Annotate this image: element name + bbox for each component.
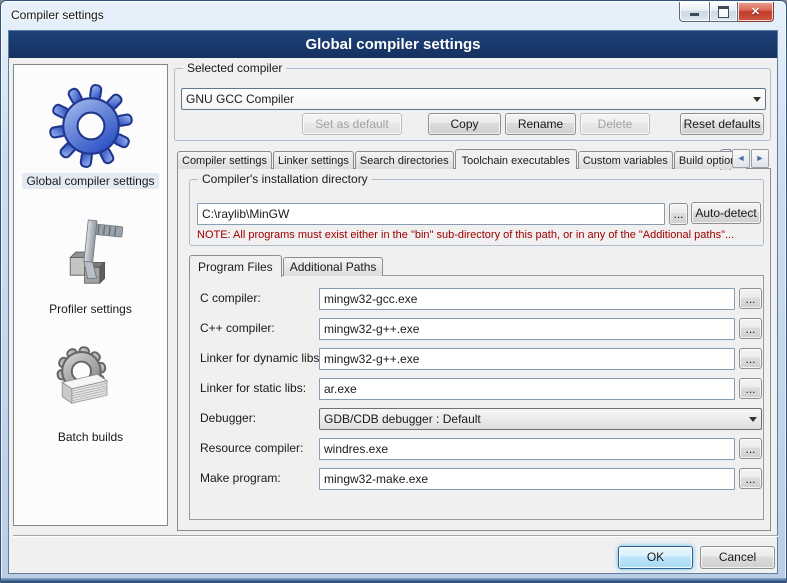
- tab-toolchain-executables[interactable]: Toolchain executables: [455, 149, 577, 169]
- sidebar-item-label: Profiler settings: [45, 301, 136, 317]
- window: Compiler settings ✕ Global compiler sett…: [0, 0, 787, 583]
- dropdown-arrow-icon: [749, 417, 757, 422]
- toolchain-executables-panel: Compiler's installation directory ... Au…: [177, 168, 771, 531]
- tab-scroll-controls: ◄ ►: [731, 149, 769, 168]
- close-button[interactable]: ✕: [738, 2, 774, 22]
- installation-directory-browse-button[interactable]: ...: [669, 203, 688, 225]
- resource-compiler-browse-button[interactable]: ...: [739, 438, 762, 459]
- rename-button[interactable]: Rename: [505, 113, 576, 135]
- cancel-button[interactable]: Cancel: [700, 546, 775, 569]
- titlebar[interactable]: Compiler settings ✕: [1, 1, 786, 30]
- gear-papers-icon: [51, 344, 131, 424]
- blue-gear-icon: [49, 84, 133, 168]
- linker-for-static-libs-label: Linker for static libs:: [200, 381, 306, 395]
- minimize-icon: [690, 13, 699, 16]
- dialog-header: Global compiler settings: [9, 31, 777, 58]
- installation-directory-input[interactable]: [197, 203, 665, 225]
- minimize-button[interactable]: [679, 2, 709, 22]
- c-compiler-input[interactable]: [319, 318, 735, 340]
- sidebar-item-label: Global compiler settings: [22, 173, 158, 189]
- compiler-select[interactable]: GNU GCC Compiler: [181, 88, 766, 110]
- c-compiler-label: C compiler:: [200, 291, 261, 305]
- selected-compiler-group-label: Selected compiler: [183, 61, 286, 75]
- make-program-input[interactable]: [319, 468, 735, 490]
- debugger-select[interactable]: GDB/CDB debugger : Default: [319, 408, 762, 430]
- linker-for-static-libs-input[interactable]: [319, 378, 735, 400]
- debugger-select-value: GDB/CDB debugger : Default: [324, 412, 745, 426]
- installation-directory-group: Compiler's installation directory ... Au…: [189, 179, 764, 246]
- scroll-right-icon: ►: [756, 154, 765, 163]
- auto-detect-button[interactable]: Auto-detect: [691, 202, 761, 224]
- settings-category-list: Global compiler settings Profiler setting…: [13, 64, 168, 526]
- linker-for-dynamic-libs-input[interactable]: [319, 348, 735, 370]
- ok-button[interactable]: OK: [618, 546, 693, 569]
- close-icon: ✕: [751, 5, 760, 18]
- sidebar-item-label: Batch builds: [54, 429, 127, 445]
- linker-for-dynamic-libs-label: Linker for dynamic libs:: [200, 351, 323, 365]
- program-files-tab-strip: Program FilesAdditional Paths: [189, 253, 384, 276]
- tab-linker-settings[interactable]: Linker settings: [273, 151, 354, 169]
- compiler-select-value: GNU GCC Compiler: [186, 92, 749, 106]
- installation-directory-group-label: Compiler's installation directory: [198, 172, 372, 186]
- tab-search-directories[interactable]: Search directories: [355, 151, 454, 169]
- debugger-label: Debugger:: [200, 411, 256, 425]
- tab-scroll-right-button[interactable]: ►: [751, 149, 769, 168]
- c-compiler-input[interactable]: [319, 288, 735, 310]
- reset-defaults-button[interactable]: Reset defaults: [680, 113, 764, 135]
- dialog-header-title: Global compiler settings: [305, 36, 480, 53]
- sidebar-item-profiler-settings[interactable]: Profiler settings: [14, 193, 167, 321]
- maximize-button[interactable]: [709, 2, 738, 22]
- program-files-panel: C compiler:... C++ compiler:... Linker for…: [189, 275, 764, 520]
- subtab-additional-paths[interactable]: Additional Paths: [283, 257, 384, 276]
- dialog-client-area: Global compiler settings Global compiler…: [8, 30, 778, 574]
- caliper-icon: [51, 216, 131, 296]
- tab-compiler-settings[interactable]: Compiler settings: [177, 151, 272, 169]
- linker-for-static-libs-browse-button[interactable]: ...: [739, 378, 762, 399]
- copy-button[interactable]: Copy: [428, 113, 501, 135]
- window-controls: ✕: [679, 2, 774, 22]
- dropdown-arrow-icon: [753, 97, 761, 102]
- scroll-left-icon: ◄: [737, 154, 746, 163]
- subtab-program-files[interactable]: Program Files: [189, 255, 282, 277]
- window-bottom-edge: [1, 578, 786, 582]
- tab-strip: Compiler settingsLinker settingsSearch d…: [177, 145, 771, 169]
- make-program-label: Make program:: [200, 471, 281, 485]
- set-as-default-button: Set as default: [302, 113, 402, 135]
- footer-divider: [13, 535, 778, 536]
- sidebar-item-batch-builds[interactable]: Batch builds: [14, 321, 167, 449]
- window-title: Compiler settings: [11, 8, 104, 22]
- bin-subdirectory-note: NOTE: All programs must exist either in …: [197, 229, 734, 241]
- resource-compiler-label: Resource compiler:: [200, 441, 303, 455]
- tab-scroll-left-button[interactable]: ◄: [732, 149, 750, 168]
- sidebar-item-global-compiler-settings[interactable]: Global compiler settings: [14, 65, 167, 193]
- delete-button: Delete: [580, 113, 650, 135]
- c-compiler-browse-button[interactable]: ...: [739, 288, 762, 309]
- c-compiler-browse-button[interactable]: ...: [739, 318, 762, 339]
- resource-compiler-input[interactable]: [319, 438, 735, 460]
- tab-custom-variables[interactable]: Custom variables: [578, 151, 673, 169]
- linker-for-dynamic-libs-browse-button[interactable]: ...: [739, 348, 762, 369]
- maximize-icon: [718, 6, 729, 18]
- selected-compiler-group: Selected compiler GNU GCC Compiler Set a…: [174, 68, 771, 141]
- c-compiler-label: C++ compiler:: [200, 321, 275, 335]
- make-program-browse-button[interactable]: ...: [739, 468, 762, 489]
